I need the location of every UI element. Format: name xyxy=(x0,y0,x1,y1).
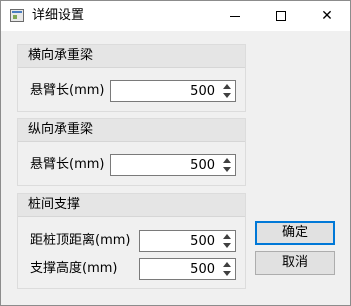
field-row: 距桩顶距离(mm) 500 xyxy=(18,230,245,252)
spin-arrows xyxy=(222,157,232,173)
group-transverse-beam: 横向承重梁 悬臂长(mm) 500 xyxy=(17,44,246,112)
field-row: 悬臂长(mm) 500 xyxy=(18,154,245,176)
group-pile-support: 桩间支撑 距桩顶距离(mm) 500 支撑高度(mm) 500 xyxy=(17,193,246,289)
maximize-button[interactable] xyxy=(258,1,304,31)
title-bar[interactable]: 详细设置 ✕ xyxy=(1,1,350,31)
distance-from-pile-top-spinbox[interactable]: 500 xyxy=(139,230,236,252)
arrow-up-icon[interactable] xyxy=(223,84,231,89)
close-button[interactable]: ✕ xyxy=(304,1,350,31)
spin-arrows xyxy=(222,261,232,277)
field-label: 悬臂长(mm) xyxy=(30,157,105,172)
spin-value: 500 xyxy=(190,158,215,173)
group-header: 横向承重梁 xyxy=(18,45,245,68)
field-label: 悬臂长(mm) xyxy=(30,83,105,98)
maximize-icon xyxy=(276,11,286,21)
group-longitudinal-beam: 纵向承重梁 悬臂长(mm) 500 xyxy=(17,118,246,186)
arrow-down-icon[interactable] xyxy=(223,271,231,276)
field-row: 支撑高度(mm) 500 xyxy=(18,258,245,280)
spin-arrows xyxy=(222,233,232,249)
field-label: 支撑高度(mm) xyxy=(30,261,118,276)
cancel-button[interactable]: 取消 xyxy=(255,251,335,275)
arrow-down-icon[interactable] xyxy=(223,167,231,172)
spin-value: 500 xyxy=(190,84,215,99)
group-header: 纵向承重梁 xyxy=(18,119,245,142)
field-label: 距桩顶距离(mm) xyxy=(30,233,131,248)
cantilever-length-spinbox[interactable]: 500 xyxy=(110,154,236,176)
support-height-spinbox[interactable]: 500 xyxy=(139,258,236,280)
ok-button[interactable]: 确定 xyxy=(255,221,335,245)
settings-dialog: 详细设置 ✕ 横向承重梁 悬臂长(mm) 500 纵向承重梁 悬臂长(mm) 5… xyxy=(0,0,351,306)
arrow-down-icon[interactable] xyxy=(223,93,231,98)
close-icon: ✕ xyxy=(321,8,333,24)
minimize-button[interactable] xyxy=(212,1,258,31)
app-icon xyxy=(10,9,24,22)
field-row: 悬臂长(mm) 500 xyxy=(18,80,245,102)
cantilever-length-spinbox[interactable]: 500 xyxy=(110,80,236,102)
spin-value: 500 xyxy=(190,234,215,249)
arrow-up-icon[interactable] xyxy=(223,158,231,163)
arrow-up-icon[interactable] xyxy=(223,262,231,267)
window-title: 详细设置 xyxy=(32,8,85,23)
arrow-down-icon[interactable] xyxy=(223,243,231,248)
group-header: 桩间支撑 xyxy=(18,194,245,217)
spin-arrows xyxy=(222,83,232,99)
arrow-up-icon[interactable] xyxy=(223,234,231,239)
spin-value: 500 xyxy=(190,262,215,277)
minimize-icon xyxy=(230,15,240,17)
